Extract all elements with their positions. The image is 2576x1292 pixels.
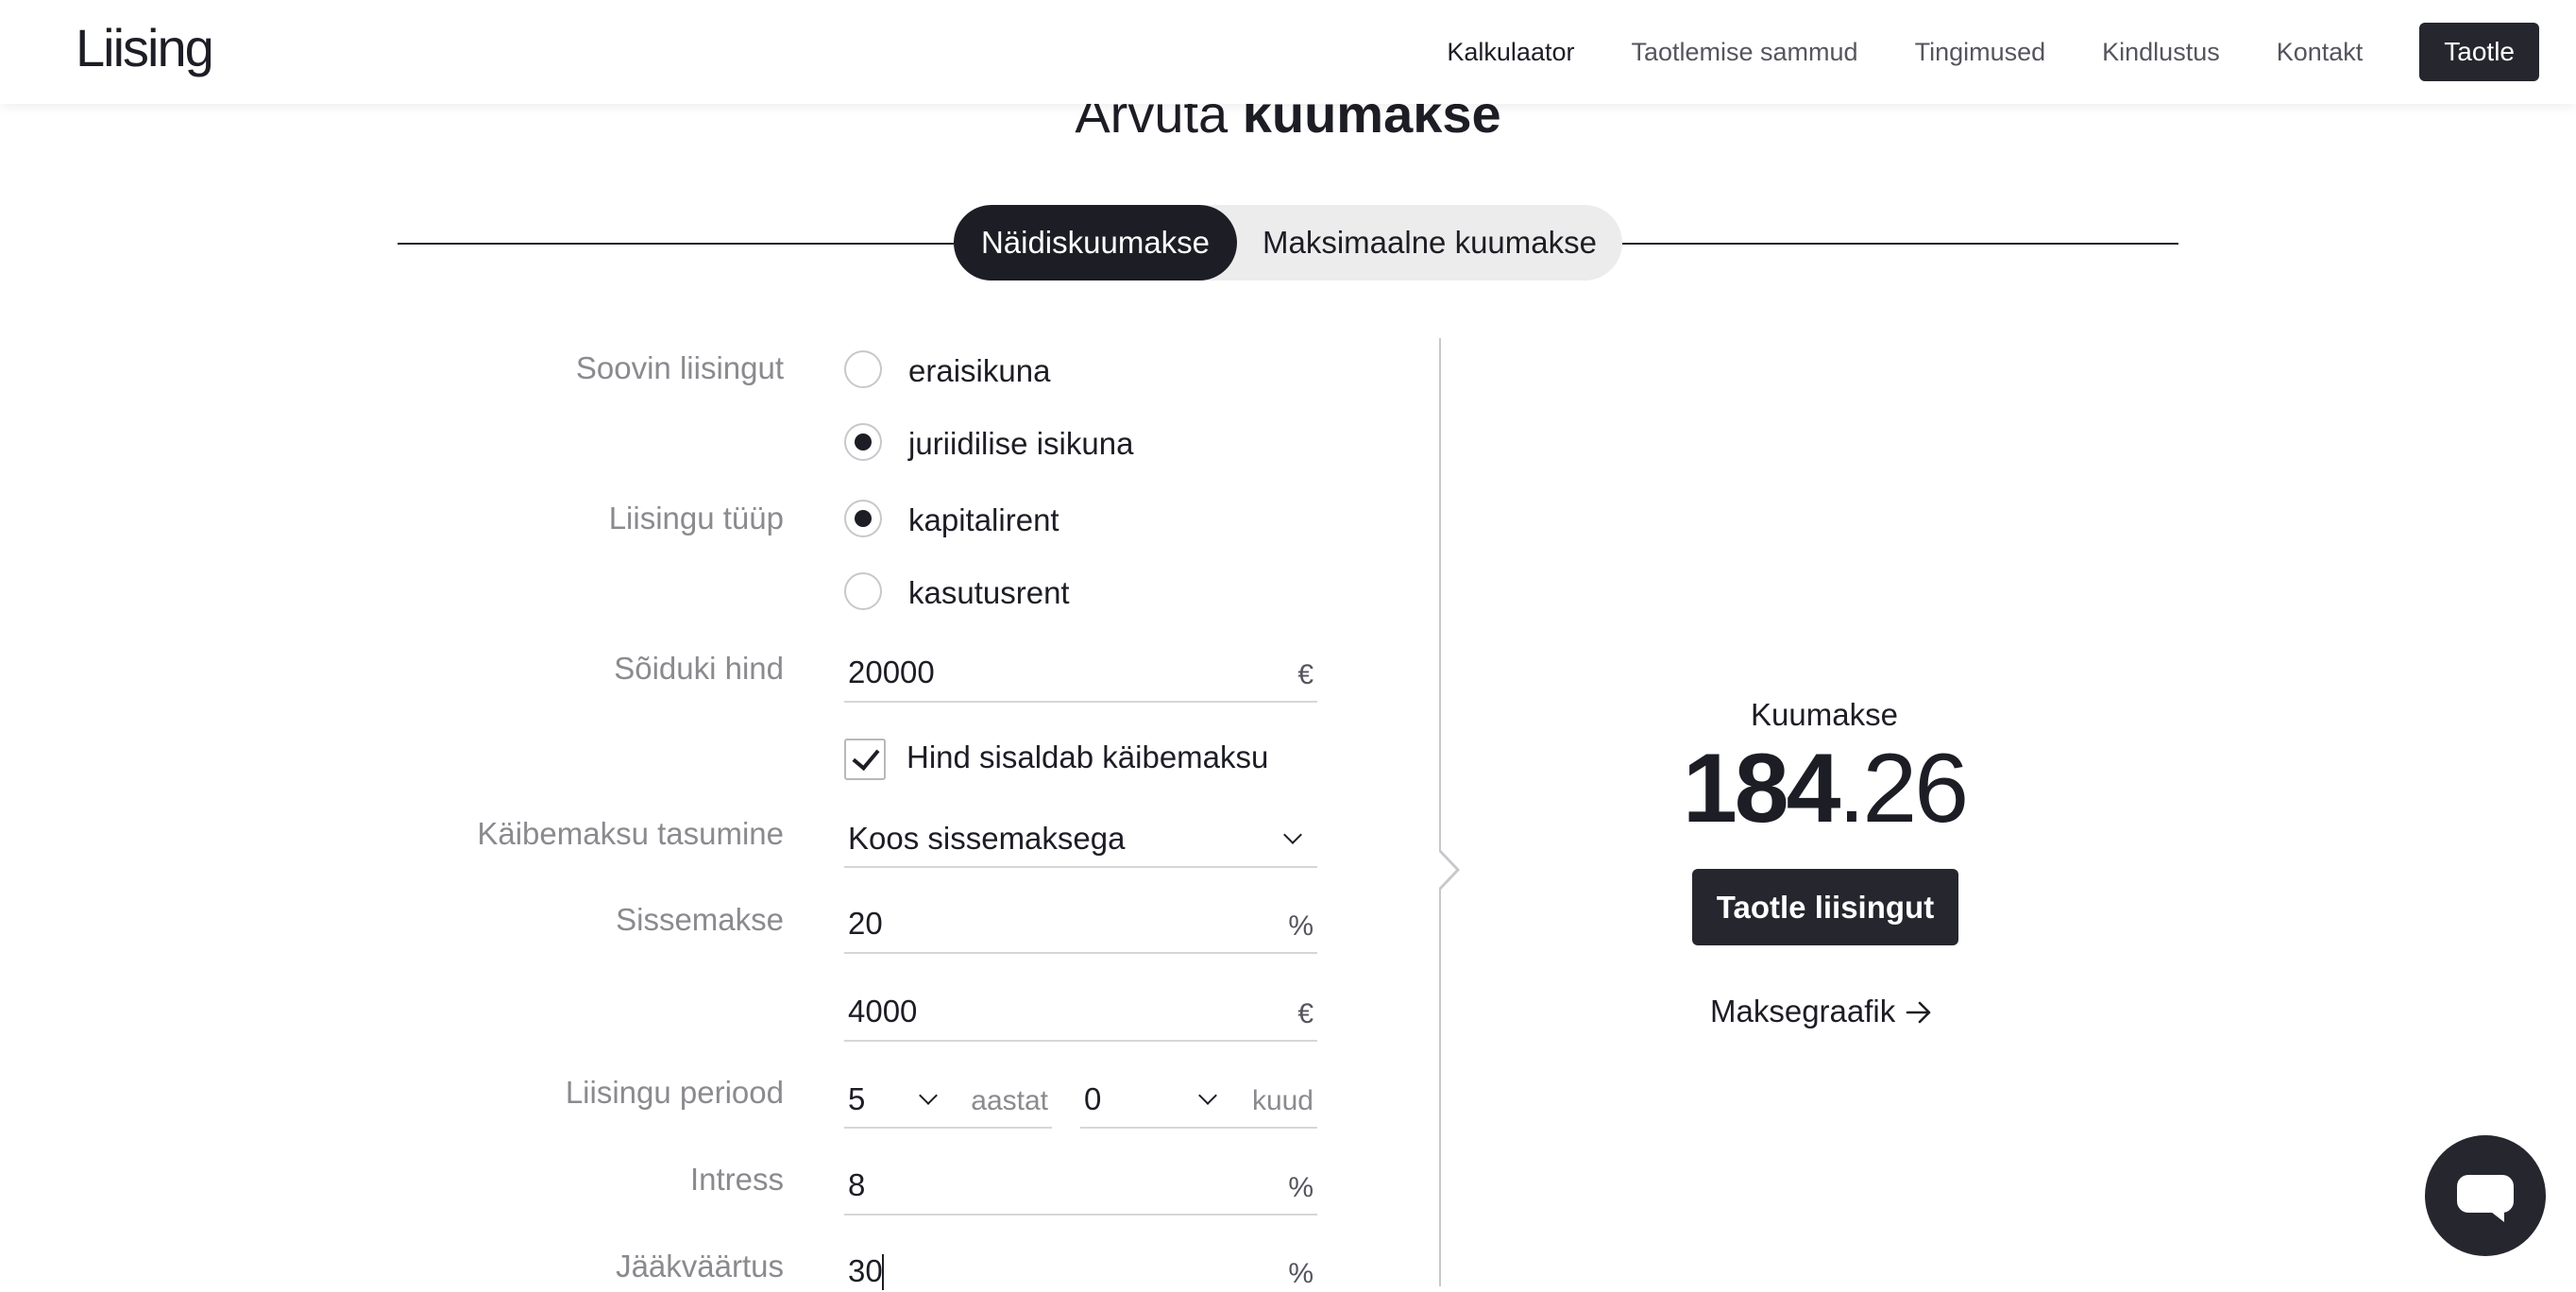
chevron-down-icon <box>1198 1086 1217 1105</box>
residual-label: Jääkväärtus <box>616 1249 784 1284</box>
site-header: Liising Kalkulaator Taotlemise sammud Ti… <box>0 0 2576 104</box>
vehicle-price-label: Sõiduki hind <box>614 651 784 686</box>
logo[interactable]: Liising <box>76 17 214 78</box>
tab-divider-left <box>398 243 954 245</box>
divider-notch <box>1439 850 1460 890</box>
down-payment-percent-field: % <box>844 897 1317 954</box>
residual-field: % <box>844 1245 1317 1292</box>
radio-kapitalirent[interactable] <box>844 500 882 537</box>
euro-unit: € <box>1297 659 1313 690</box>
radio-kapitalirent-label[interactable]: kapitalirent <box>908 502 1059 538</box>
radio-eraisikuna-label[interactable]: eraisikuna <box>908 353 1050 389</box>
tab-divider-right <box>1622 243 2178 245</box>
percent-unit: % <box>1288 1172 1313 1203</box>
amount-separator: . <box>1838 734 1865 843</box>
interest-input[interactable] <box>848 1164 1227 1206</box>
period-months-value: 0 <box>1084 1081 1102 1116</box>
chevron-down-icon <box>1283 825 1302 844</box>
payment-schedule-link[interactable]: Maksegraafik <box>1710 994 1895 1029</box>
vat-payment-label: Käibemaksu tasumine <box>477 816 784 851</box>
amount-decimal: 26 <box>1862 734 1969 843</box>
tab-naidiskuumakse[interactable]: Näidiskuumakse <box>954 205 1237 280</box>
euro-unit: € <box>1297 998 1313 1029</box>
arrow-right-icon[interactable] <box>1906 999 1932 1026</box>
percent-unit: % <box>1288 1258 1313 1289</box>
vat-payment-value: Koos sissemaksega <box>848 821 1126 856</box>
nav-kalkulaator[interactable]: Kalkulaator <box>1447 38 1574 67</box>
amount-integer: 184 <box>1682 734 1841 843</box>
main-nav: Kalkulaator Taotlemise sammud Tingimused… <box>1390 0 2576 104</box>
monthly-payment-label: Kuumakse <box>1751 697 1898 732</box>
interest-label: Intress <box>689 1162 784 1197</box>
leasing-type-label: Liisingu tüüp <box>608 501 784 536</box>
interest-field: % <box>844 1159 1317 1216</box>
monthly-payment-amount: 184.26 <box>1541 732 2108 845</box>
down-payment-label: Sissemakse <box>616 902 784 937</box>
vehicle-price-input[interactable] <box>848 652 1227 693</box>
vertical-divider <box>1439 338 1441 1286</box>
taotle-button[interactable]: Taotle <box>2419 23 2539 81</box>
period-years-value: 5 <box>848 1081 866 1116</box>
period-years-select[interactable]: 5 aastat <box>844 1072 1052 1129</box>
chat-icon <box>2457 1175 2514 1213</box>
radio-juriidilise-isikuna[interactable] <box>844 423 882 461</box>
chat-button[interactable] <box>2425 1135 2546 1256</box>
nav-taotlemise-sammud[interactable]: Taotlemise sammud <box>1631 38 1857 67</box>
chevron-down-icon <box>919 1086 938 1105</box>
vat-included-label[interactable]: Hind sisaldab käibemaksu <box>907 740 1268 775</box>
percent-unit: % <box>1288 910 1313 942</box>
period-months-select[interactable]: 0 kuud <box>1080 1072 1317 1129</box>
nav-kindlustus[interactable]: Kindlustus <box>2102 38 2220 67</box>
calculator-tabs: Näidiskuumakse Maksimaalne kuumakse <box>954 205 1622 280</box>
radio-eraisikuna[interactable] <box>844 350 882 388</box>
tab-maksimaalne-kuumakse[interactable]: Maksimaalne kuumakse <box>1237 205 1622 280</box>
period-label: Liisingu periood <box>565 1075 784 1110</box>
down-payment-amount-field: € <box>844 985 1317 1042</box>
text-caret <box>882 1254 884 1290</box>
nav-tingimused[interactable]: Tingimused <box>1915 38 2046 67</box>
apply-leasing-button[interactable]: Taotle liisingut <box>1692 869 1958 945</box>
down-payment-percent-input[interactable] <box>848 903 1227 944</box>
applicant-label: Soovin liisingut <box>575 350 784 385</box>
radio-kasutusrent[interactable] <box>844 572 882 610</box>
radio-juriidilise-isikuna-label[interactable]: juriidilise isikuna <box>908 426 1133 462</box>
vat-included-checkbox[interactable] <box>844 739 886 780</box>
chat-icon-tail <box>2487 1209 2504 1222</box>
months-unit: kuud <box>1251 1085 1313 1116</box>
residual-input[interactable] <box>848 1250 1227 1292</box>
radio-kasutusrent-label[interactable]: kasutusrent <box>908 575 1070 611</box>
nav-kontakt[interactable]: Kontakt <box>2277 38 2364 67</box>
vat-payment-select[interactable]: Koos sissemaksega <box>844 811 1317 868</box>
vehicle-price-field: € <box>844 646 1317 703</box>
years-unit: aastat <box>971 1085 1048 1116</box>
down-payment-amount-input[interactable] <box>848 991 1227 1032</box>
